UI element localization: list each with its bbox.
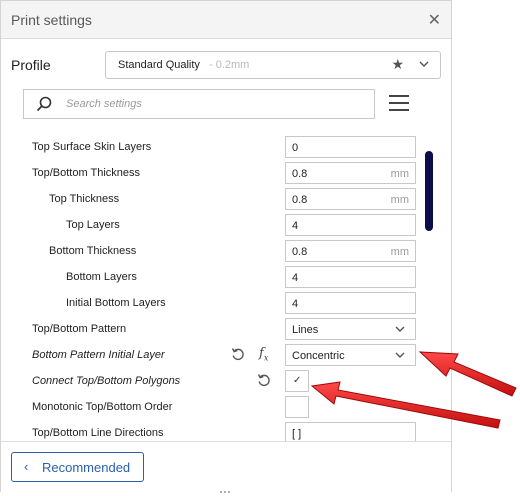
setting-input[interactable]: 0 [285, 136, 416, 158]
setting-value: 0.8 [292, 246, 308, 258]
setting-label: Bottom Layers [66, 271, 137, 283]
setting-label: Top/Bottom Pattern [32, 323, 127, 335]
setting-value: 0.8 [292, 168, 308, 180]
profile-name: Standard Quality [118, 59, 200, 71]
setting-row: Top/Bottom Pattern Lines [1, 316, 451, 342]
setting-row: Initial Bottom Layers 4 [1, 290, 451, 316]
setting-row: Top/Bottom Line Directions [ ] [1, 420, 451, 441]
hamburger-menu-icon[interactable] [389, 95, 409, 113]
setting-value: Concentric [292, 350, 345, 362]
print-settings-panel: Print settings ✕ Profile Standard Qualit… [0, 0, 452, 494]
setting-input[interactable]: 0.8 mm [285, 240, 416, 262]
chevron-down-icon [395, 352, 405, 358]
setting-input[interactable]: 0.8 mm [285, 188, 416, 210]
setting-value: Lines [292, 324, 319, 336]
setting-label: Top Layers [66, 219, 120, 231]
settings-list: Top Surface Skin Layers 0 Top/Bottom Thi… [1, 133, 451, 441]
setting-label: Top Thickness [49, 193, 120, 205]
setting-label: Top Surface Skin Layers [32, 141, 152, 153]
function-icon[interactable]: fx [259, 346, 268, 363]
setting-row: Top Surface Skin Layers 0 [1, 134, 451, 160]
profile-dropdown[interactable]: Standard Quality - 0.2mm ★ [105, 51, 441, 79]
search-placeholder: Search settings [66, 98, 142, 110]
resize-grip-icon[interactable] [218, 490, 232, 494]
footer: ‹ Recommended [1, 441, 451, 494]
setting-input[interactable]: 4 [285, 292, 416, 314]
setting-label: Top/Bottom Line Directions [32, 427, 164, 439]
setting-input[interactable]: 4 [285, 266, 416, 288]
title-bar: Print settings ✕ [1, 1, 451, 39]
setting-row: Bottom Pattern Initial Layer fx Concentr… [1, 342, 451, 368]
setting-row: Top Layers 4 [1, 212, 451, 238]
checkmark: ✓ [293, 375, 302, 386]
setting-label: Initial Bottom Layers [66, 297, 166, 309]
monotonic-order-checkbox[interactable] [285, 396, 309, 418]
setting-input[interactable]: 0.8 mm [285, 162, 416, 184]
setting-unit: mm [390, 168, 409, 180]
scrollbar-thumb[interactable] [425, 151, 433, 231]
search-settings-field[interactable]: Search settings [23, 89, 375, 119]
reset-icon[interactable] [257, 373, 271, 387]
setting-input[interactable]: 4 [285, 214, 416, 236]
close-icon[interactable]: ✕ [428, 10, 441, 30]
star-icon[interactable]: ★ [391, 56, 404, 73]
search-icon [36, 96, 52, 112]
setting-dropdown[interactable]: Concentric [285, 344, 416, 366]
setting-label: Top/Bottom Thickness [32, 167, 141, 179]
setting-value: 4 [292, 220, 299, 232]
panel-title: Print settings [11, 12, 92, 28]
setting-label: Connect Top/Bottom Polygons [32, 375, 181, 387]
setting-label: Bottom Pattern Initial Layer [32, 349, 165, 361]
recommended-button[interactable]: ‹ Recommended [11, 452, 144, 482]
setting-unit: mm [390, 246, 409, 258]
chevron-down-icon [395, 326, 405, 332]
reset-icon[interactable] [231, 347, 245, 361]
setting-dropdown[interactable]: Lines [285, 318, 416, 340]
setting-row: Top Thickness 0.8 mm [1, 186, 451, 212]
profile-detail: - 0.2mm [209, 59, 250, 71]
setting-label: Monotonic Top/Bottom Order [32, 401, 173, 413]
setting-value: 4 [292, 272, 299, 284]
setting-row: Monotonic Top/Bottom Order [1, 394, 451, 420]
setting-label: Bottom Thickness [49, 245, 137, 257]
chevron-left-icon: ‹ [24, 459, 29, 474]
connect-polygons-checkbox[interactable]: ✓ [285, 370, 309, 392]
setting-value: [ ] [292, 428, 302, 440]
recommended-label: Recommended [42, 460, 131, 475]
setting-unit: mm [390, 194, 409, 206]
setting-input[interactable]: [ ] [285, 422, 416, 441]
setting-row: Bottom Thickness 0.8 mm [1, 238, 451, 264]
setting-row: Top/Bottom Thickness 0.8 mm [1, 160, 451, 186]
setting-value: 0 [292, 142, 299, 154]
setting-row: Bottom Layers 4 [1, 264, 451, 290]
setting-value: 0.8 [292, 194, 308, 206]
setting-value: 4 [292, 298, 299, 310]
chevron-down-icon [419, 61, 429, 67]
setting-row: Connect Top/Bottom Polygons ✓ [1, 368, 451, 394]
profile-label: Profile [11, 57, 51, 73]
